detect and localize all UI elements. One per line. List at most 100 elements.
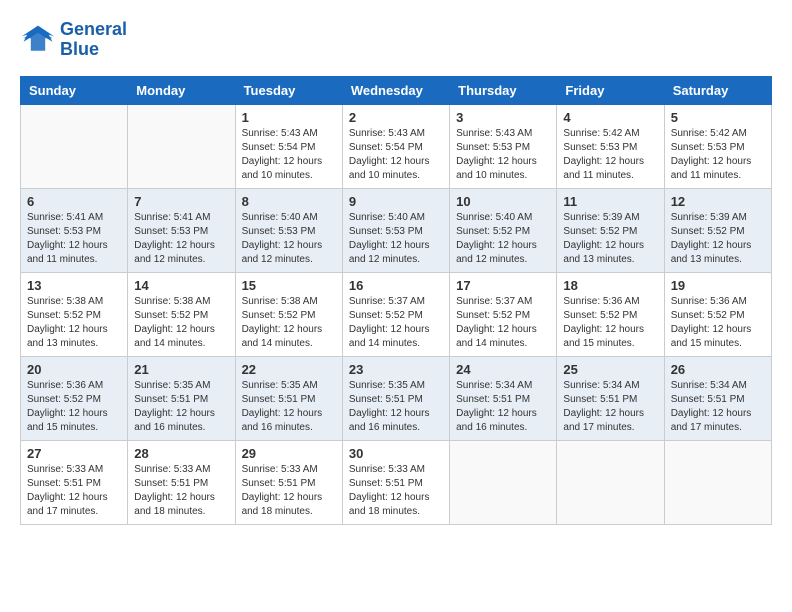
day-number: 12: [671, 194, 765, 209]
calendar-cell: 25Sunrise: 5:34 AM Sunset: 5:51 PM Dayli…: [557, 356, 664, 440]
day-info: Sunrise: 5:35 AM Sunset: 5:51 PM Dayligh…: [349, 379, 443, 435]
day-number: 11: [563, 194, 657, 209]
day-info: Sunrise: 5:43 AM Sunset: 5:54 PM Dayligh…: [242, 127, 336, 183]
calendar-cell: 29 Sunrise: 5:33 AM Sunset: 5:51 PM Dayli…: [235, 440, 342, 524]
calendar-cell: 13 Sunrise: 5:38 AM Sunset: 5:52 PM Dayli…: [21, 272, 128, 356]
day-info: Sunrise: 5:37 AM Sunset: 5:52 PM Dayligh…: [456, 295, 550, 351]
calendar-cell: 14 Sunrise: 5:38 AM Sunset: 5:52 PM Dayli…: [128, 272, 235, 356]
day-number: 27: [27, 446, 121, 461]
calendar-cell: 4 Sunrise: 5:42 AM Sunset: 5:53 PM Daylig…: [557, 104, 664, 188]
day-number: 17: [456, 278, 550, 293]
day-number: 10: [456, 194, 550, 209]
day-info: Sunrise: 5:43 AM Sunset: 5:54 PM Dayligh…: [349, 127, 443, 183]
calendar-week-row: 27 Sunrise: 5:33 AM Sunset: 5:51 PM Dayli…: [21, 440, 772, 524]
day-number: 20: [27, 362, 121, 377]
day-number: 9: [349, 194, 443, 209]
day-info: Sunrise: 5:33 AM Sunset: 5:51 PM Dayligh…: [242, 463, 336, 519]
day-info: Sunrise: 5:36 AM Sunset: 5:52 PM Dayligh…: [671, 295, 765, 351]
calendar-week-row: 1 Sunrise: 5:43 AM Sunset: 5:54 PM Daylig…: [21, 104, 772, 188]
day-number: 3: [456, 110, 550, 125]
day-info: Sunrise: 5:33 AM Sunset: 5:51 PM Dayligh…: [349, 463, 443, 519]
calendar-cell: 26 Sunrise: 5:34 AM Sunset: 5:51 PM Dayli…: [664, 356, 771, 440]
day-number: 7: [134, 194, 228, 209]
calendar-cell: [557, 440, 664, 524]
calendar-cell: 17 Sunrise: 5:37 AM Sunset: 5:52 PM Dayli…: [450, 272, 557, 356]
day-number: 21: [134, 362, 228, 377]
weekday-header: Wednesday: [342, 76, 449, 104]
header: General Blue: [20, 20, 772, 60]
weekday-header: Saturday: [664, 76, 771, 104]
calendar-cell: 22 Sunrise: 5:35 AM Sunset: 5:51 PM Dayli…: [235, 356, 342, 440]
day-info: Sunrise: 5:41 AM Sunset: 5:53 PM Dayligh…: [134, 211, 228, 267]
day-info: Sunrise: 5:42 AM Sunset: 5:53 PM Dayligh…: [563, 127, 657, 183]
calendar-cell: [128, 104, 235, 188]
day-number: 4: [563, 110, 657, 125]
day-info: Sunrise: 5:35 AM Sunset: 5:51 PM Dayligh…: [242, 379, 336, 435]
weekday-header: Thursday: [450, 76, 557, 104]
calendar-cell: [664, 440, 771, 524]
day-number: 19: [671, 278, 765, 293]
day-info: Sunrise: 5:43 AM Sunset: 5:53 PM Dayligh…: [456, 127, 550, 183]
calendar-week-row: 13 Sunrise: 5:38 AM Sunset: 5:52 PM Dayli…: [21, 272, 772, 356]
calendar-cell: 23 Sunrise: 5:35 AM Sunset: 5:51 PM Dayli…: [342, 356, 449, 440]
day-number: 30: [349, 446, 443, 461]
day-info: Sunrise: 5:40 AM Sunset: 5:52 PM Dayligh…: [456, 211, 550, 267]
calendar-cell: 30 Sunrise: 5:33 AM Sunset: 5:51 PM Dayli…: [342, 440, 449, 524]
day-number: 14: [134, 278, 228, 293]
calendar-week-row: 6 Sunrise: 5:41 AM Sunset: 5:53 PM Daylig…: [21, 188, 772, 272]
calendar-table: SundayMondayTuesdayWednesdayThursdayFrid…: [20, 76, 772, 525]
calendar-cell: 10 Sunrise: 5:40 AM Sunset: 5:52 PM Dayli…: [450, 188, 557, 272]
day-info: Sunrise: 5:33 AM Sunset: 5:51 PM Dayligh…: [134, 463, 228, 519]
day-info: Sunrise: 5:38 AM Sunset: 5:52 PM Dayligh…: [134, 295, 228, 351]
day-info: Sunrise: 5:42 AM Sunset: 5:53 PM Dayligh…: [671, 127, 765, 183]
calendar-cell: 24 Sunrise: 5:34 AM Sunset: 5:51 PM Dayli…: [450, 356, 557, 440]
calendar-cell: 8 Sunrise: 5:40 AM Sunset: 5:53 PM Daylig…: [235, 188, 342, 272]
calendar-cell: 9 Sunrise: 5:40 AM Sunset: 5:53 PM Daylig…: [342, 188, 449, 272]
day-number: 2: [349, 110, 443, 125]
logo: General Blue: [20, 20, 127, 60]
calendar-cell: [21, 104, 128, 188]
day-info: Sunrise: 5:35 AM Sunset: 5:51 PM Dayligh…: [134, 379, 228, 435]
day-info: Sunrise: 5:40 AM Sunset: 5:53 PM Dayligh…: [242, 211, 336, 267]
day-number: 25: [563, 362, 657, 377]
calendar-week-row: 20Sunrise: 5:36 AM Sunset: 5:52 PM Dayli…: [21, 356, 772, 440]
day-number: 16: [349, 278, 443, 293]
calendar-cell: 3 Sunrise: 5:43 AM Sunset: 5:53 PM Daylig…: [450, 104, 557, 188]
day-info: Sunrise: 5:33 AM Sunset: 5:51 PM Dayligh…: [27, 463, 121, 519]
weekday-header: Sunday: [21, 76, 128, 104]
day-info: Sunrise: 5:39 AM Sunset: 5:52 PM Dayligh…: [671, 211, 765, 267]
weekday-header-row: SundayMondayTuesdayWednesdayThursdayFrid…: [21, 76, 772, 104]
day-number: 24: [456, 362, 550, 377]
day-info: Sunrise: 5:40 AM Sunset: 5:53 PM Dayligh…: [349, 211, 443, 267]
day-number: 6: [27, 194, 121, 209]
logo-text: General Blue: [60, 20, 127, 60]
day-info: Sunrise: 5:38 AM Sunset: 5:52 PM Dayligh…: [242, 295, 336, 351]
calendar-cell: 19 Sunrise: 5:36 AM Sunset: 5:52 PM Dayli…: [664, 272, 771, 356]
day-number: 28: [134, 446, 228, 461]
day-info: Sunrise: 5:41 AM Sunset: 5:53 PM Dayligh…: [27, 211, 121, 267]
day-info: Sunrise: 5:34 AM Sunset: 5:51 PM Dayligh…: [671, 379, 765, 435]
day-number: 26: [671, 362, 765, 377]
day-info: Sunrise: 5:39 AM Sunset: 5:52 PM Dayligh…: [563, 211, 657, 267]
day-number: 1: [242, 110, 336, 125]
day-number: 22: [242, 362, 336, 377]
calendar-cell: 1 Sunrise: 5:43 AM Sunset: 5:54 PM Daylig…: [235, 104, 342, 188]
calendar-cell: 28 Sunrise: 5:33 AM Sunset: 5:51 PM Dayli…: [128, 440, 235, 524]
calendar-cell: 11 Sunrise: 5:39 AM Sunset: 5:52 PM Dayli…: [557, 188, 664, 272]
calendar-cell: 20Sunrise: 5:36 AM Sunset: 5:52 PM Dayli…: [21, 356, 128, 440]
weekday-header: Tuesday: [235, 76, 342, 104]
day-info: Sunrise: 5:34 AM Sunset: 5:51 PM Dayligh…: [456, 379, 550, 435]
calendar-cell: 2 Sunrise: 5:43 AM Sunset: 5:54 PM Daylig…: [342, 104, 449, 188]
calendar-cell: 27 Sunrise: 5:33 AM Sunset: 5:51 PM Dayli…: [21, 440, 128, 524]
day-number: 29: [242, 446, 336, 461]
calendar-cell: [450, 440, 557, 524]
day-number: 23: [349, 362, 443, 377]
day-number: 8: [242, 194, 336, 209]
calendar-cell: 6 Sunrise: 5:41 AM Sunset: 5:53 PM Daylig…: [21, 188, 128, 272]
day-info: Sunrise: 5:37 AM Sunset: 5:52 PM Dayligh…: [349, 295, 443, 351]
day-info: Sunrise: 5:38 AM Sunset: 5:52 PM Dayligh…: [27, 295, 121, 351]
day-number: 13: [27, 278, 121, 293]
calendar-cell: 15 Sunrise: 5:38 AM Sunset: 5:52 PM Dayli…: [235, 272, 342, 356]
day-number: 15: [242, 278, 336, 293]
weekday-header: Monday: [128, 76, 235, 104]
